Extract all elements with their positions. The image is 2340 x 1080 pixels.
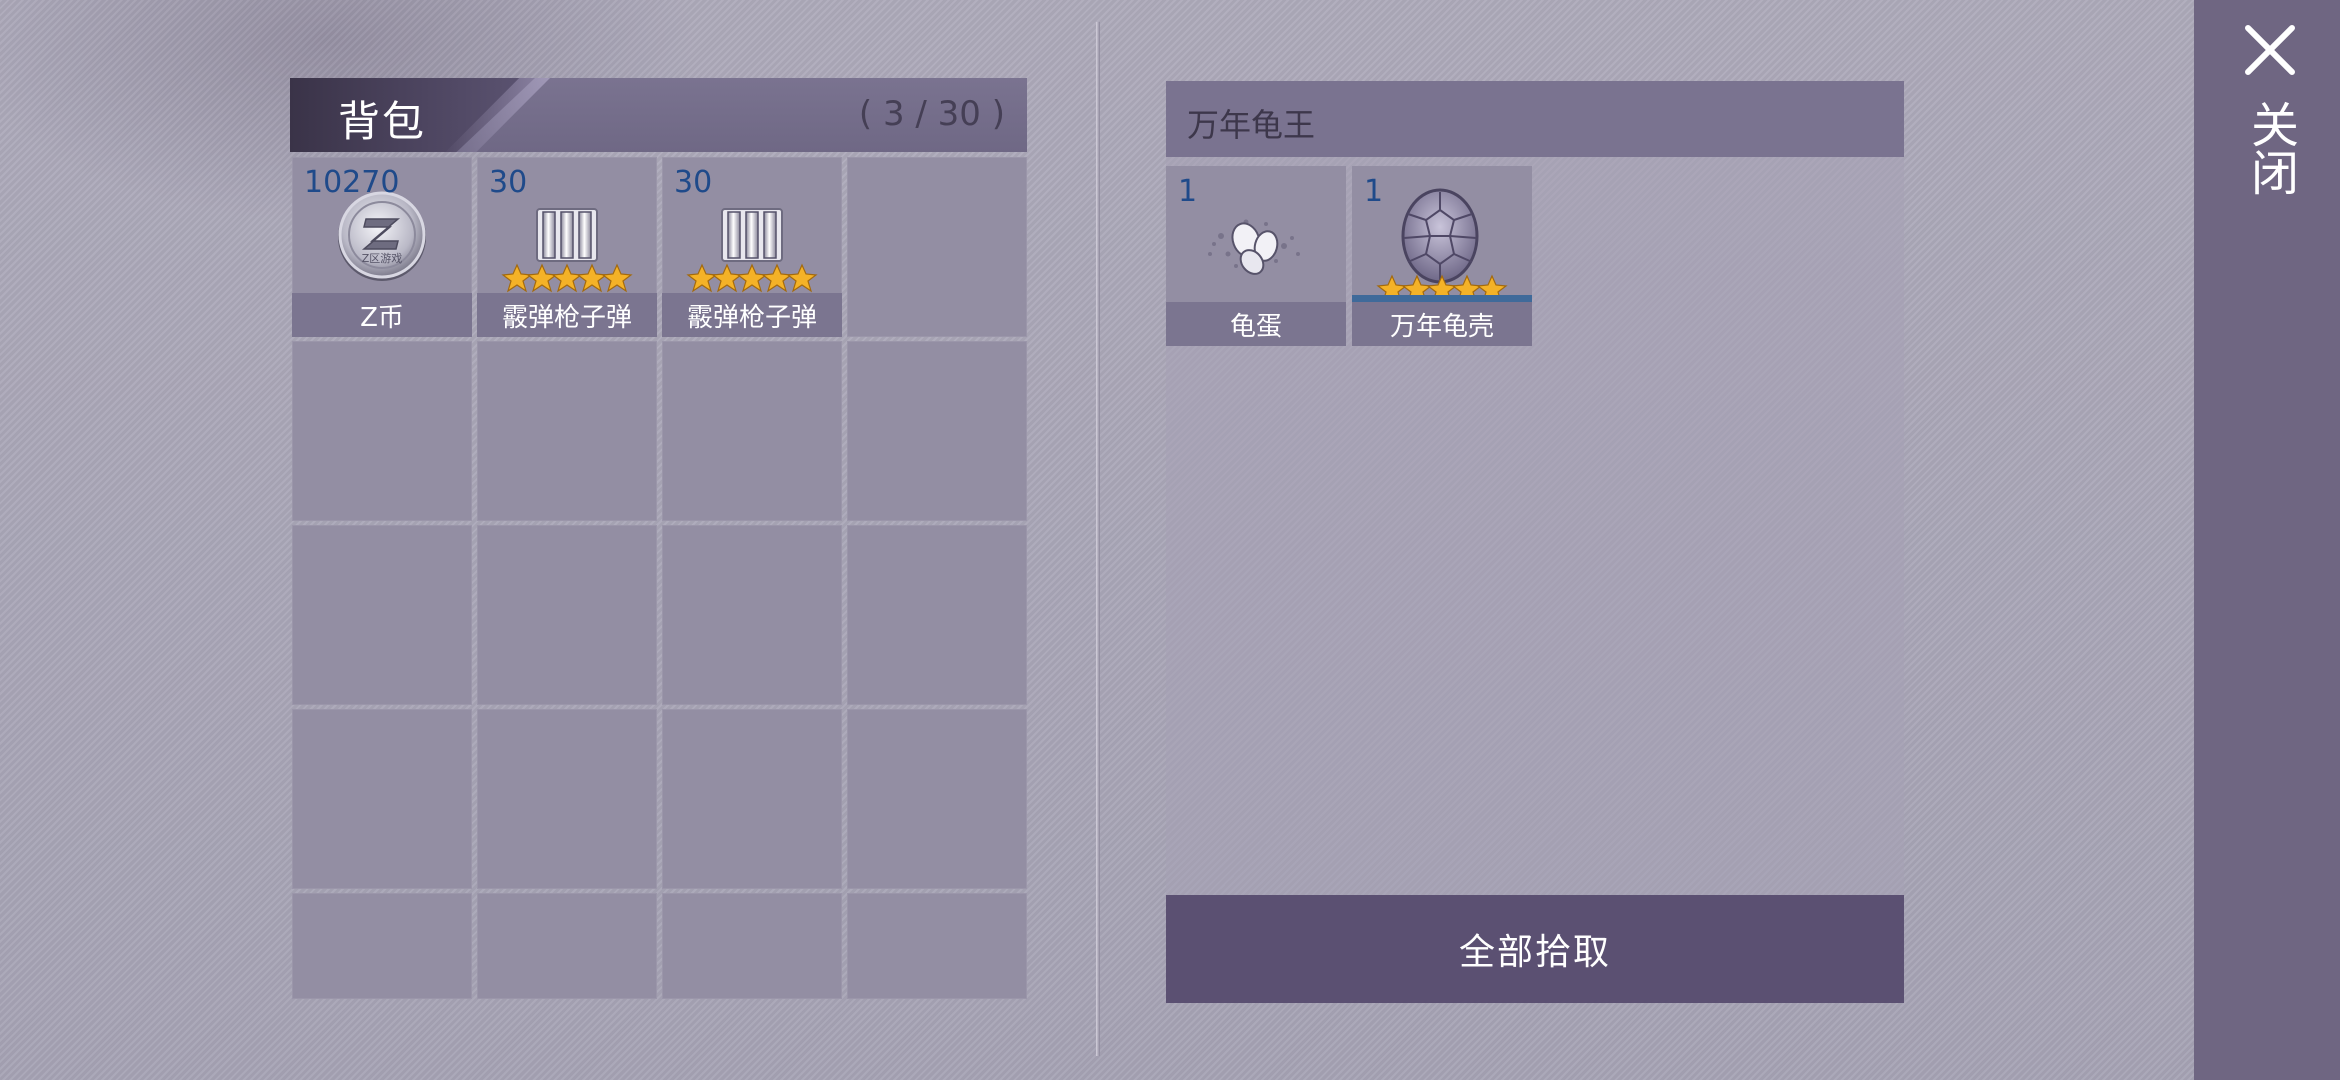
backpack-slot-empty[interactable]: [847, 709, 1027, 889]
backpack-slot-empty[interactable]: [292, 893, 472, 999]
item-name: 霰弹枪子弹: [662, 293, 842, 337]
backpack-slot-empty[interactable]: [847, 893, 1027, 999]
item-name: 龟蛋: [1166, 302, 1346, 346]
item-name: Z币: [292, 293, 472, 337]
close-button[interactable]: 关闭: [2194, 0, 2340, 1080]
panel-divider: [1096, 22, 1100, 1056]
five-stars-rating: [501, 263, 633, 293]
backpack-slot-empty[interactable]: [477, 893, 657, 999]
loot-area: 1 龟蛋 1 万年龟壳: [1166, 157, 1904, 895]
backpack-slot-empty[interactable]: [662, 341, 842, 521]
five-stars-rating: [686, 263, 818, 293]
item-quantity: 30: [489, 165, 528, 200]
svg-text:Z区游戏: Z区游戏: [362, 252, 403, 265]
backpack-capacity: ( 3 / 30 ): [858, 94, 1005, 134]
backpack-slot-empty[interactable]: [662, 709, 842, 889]
backpack-slot-empty[interactable]: [662, 525, 842, 705]
backpack-slot-empty[interactable]: [477, 709, 657, 889]
backpack-slot-empty[interactable]: [847, 341, 1027, 521]
loot-header: 万年龟王: [1166, 81, 1904, 157]
backpack-slot-empty[interactable]: [292, 525, 472, 705]
backpack-header: 背包 ( 3 / 30 ): [290, 78, 1027, 152]
item-quantity: 30: [674, 165, 713, 200]
backpack-grid: Z区游戏 10270 Z币 30 霰弹枪子弹 30 霰弹枪子弹: [290, 157, 1027, 1003]
item-quantity: 1: [1178, 174, 1198, 209]
backpack-slot-empty[interactable]: [477, 525, 657, 705]
item-quantity: 1: [1364, 174, 1384, 209]
item-name: 霰弹枪子弹: [477, 293, 657, 337]
close-label: 关闭: [2242, 100, 2298, 196]
backpack-slot[interactable]: 30 霰弹枪子弹: [477, 157, 657, 337]
backpack-title: 背包: [338, 97, 427, 146]
backpack-slot-empty[interactable]: [477, 341, 657, 521]
backpack-slot-empty[interactable]: [292, 709, 472, 889]
backpack-slot-empty[interactable]: [662, 893, 842, 999]
backpack-slot[interactable]: Z区游戏 10270 Z币: [292, 157, 472, 337]
item-quantity: 10270: [304, 165, 400, 200]
loot-slot-selected[interactable]: 1 万年龟壳: [1352, 166, 1532, 346]
backpack-slot-empty[interactable]: [847, 525, 1027, 705]
loot-source-title: 万年龟王: [1187, 106, 1316, 144]
backpack-slot-empty[interactable]: [847, 157, 1027, 337]
backpack-slot-empty[interactable]: [292, 341, 472, 521]
pickup-all-button[interactable]: 全部拾取: [1166, 895, 1904, 1003]
close-icon: [2245, 25, 2295, 75]
item-name: 万年龟壳: [1352, 295, 1532, 346]
loot-slot[interactable]: 1 龟蛋: [1166, 166, 1346, 346]
backpack-slot[interactable]: 30 霰弹枪子弹: [662, 157, 842, 337]
